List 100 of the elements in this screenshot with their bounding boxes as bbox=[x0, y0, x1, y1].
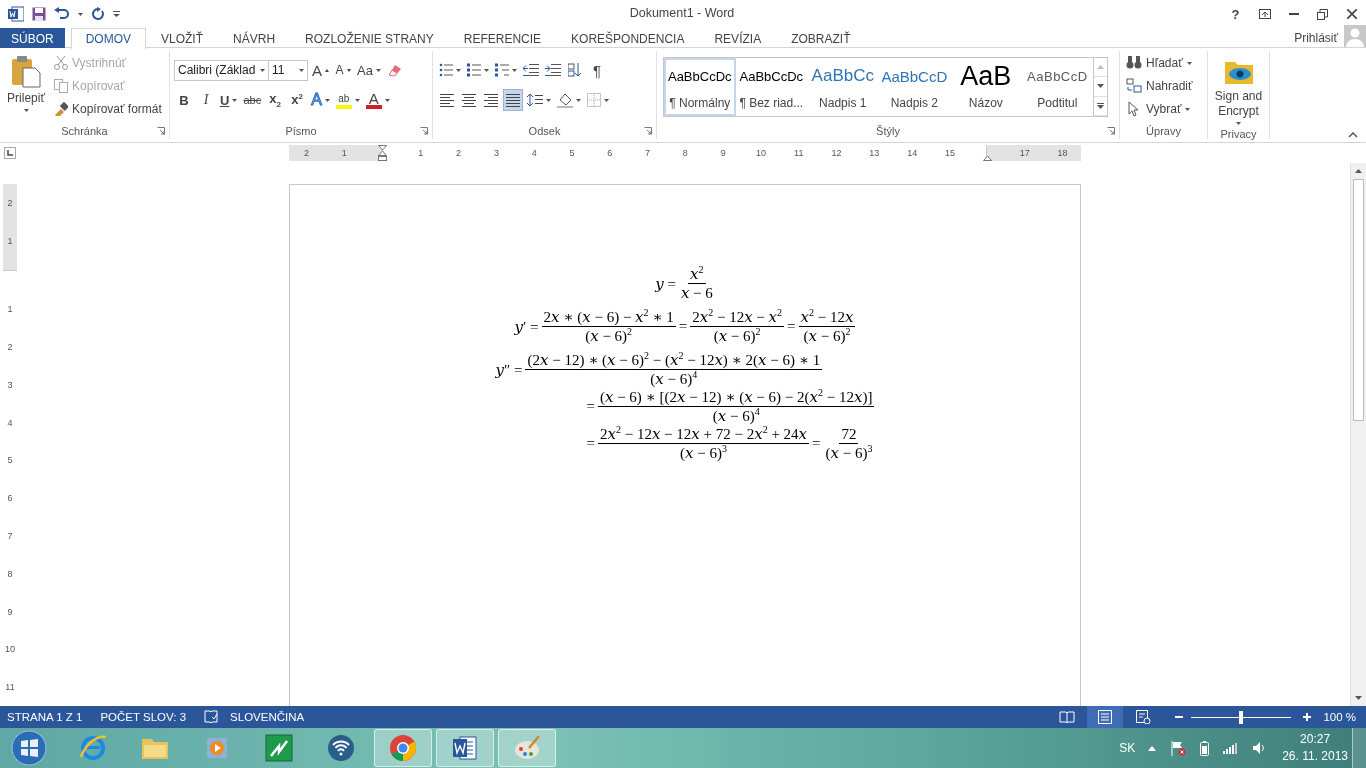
styles-group-label: Štýly bbox=[876, 125, 900, 137]
collapse-ribbon-button[interactable] bbox=[1348, 132, 1358, 138]
style-option[interactable]: AaBbCcD Nadpis 2 bbox=[878, 58, 951, 116]
bold-button[interactable]: B bbox=[174, 89, 194, 111]
font-size-field[interactable]: 11 bbox=[268, 59, 308, 81]
ribbon-tab[interactable]: ZOBRAZIŤ bbox=[776, 28, 866, 48]
page-count-label[interactable]: STRANA 1 Z 1 bbox=[7, 711, 89, 723]
font-color-button[interactable]: A bbox=[363, 89, 392, 111]
ribbon-tab[interactable]: VLOŽIŤ bbox=[146, 28, 219, 48]
select-button[interactable]: Vybrať bbox=[1124, 99, 1195, 119]
clock[interactable]: 20:27 26. 11. 2013 bbox=[1282, 731, 1348, 765]
language-indicator[interactable]: SK bbox=[1119, 741, 1136, 755]
paste-button[interactable]: Prilepiť bbox=[4, 53, 48, 123]
shrink-font-button[interactable]: A bbox=[333, 59, 353, 81]
zoom-slider-thumb[interactable] bbox=[1239, 710, 1244, 724]
style-option[interactable]: AaBbCcD Podtitul bbox=[1021, 58, 1094, 116]
replace-button[interactable]: Nahradiť bbox=[1124, 76, 1195, 96]
caret-icon bbox=[1236, 122, 1241, 125]
close-icon bbox=[1346, 9, 1357, 19]
ribbon-tab[interactable]: REVÍZIA bbox=[699, 28, 777, 48]
taskbar-app-button[interactable] bbox=[436, 729, 494, 767]
zoom-level-label[interactable]: 100 % bbox=[1323, 711, 1356, 723]
format-painter-button[interactable]: Kopírovať formát bbox=[52, 99, 164, 119]
proofing-icon[interactable] bbox=[204, 710, 219, 724]
dialog-launcher-icon[interactable] bbox=[644, 127, 652, 135]
chevron-up-icon bbox=[1348, 132, 1358, 138]
scrollbar-thumb[interactable] bbox=[1353, 179, 1364, 421]
copy-icon bbox=[54, 79, 68, 93]
flag-icon[interactable] bbox=[1170, 740, 1187, 756]
ruler-number: 2 bbox=[6, 340, 14, 354]
ruler-number: 17 bbox=[1018, 148, 1031, 158]
superscript-button[interactable]: x$^{2}$ bbox=[287, 89, 308, 111]
sign-and-encrypt-button[interactable]: Sign and Encrypt bbox=[1212, 53, 1265, 128]
ruler-number: 11 bbox=[793, 148, 805, 158]
word-icon bbox=[450, 733, 480, 763]
ruler-number: 6 bbox=[6, 492, 14, 506]
ribbon-tab[interactable]: DOMOV bbox=[70, 28, 147, 49]
customize-caret-icon[interactable] bbox=[113, 11, 120, 17]
ruler-number: 12 bbox=[830, 148, 843, 158]
sign-in-link[interactable]: Prihlásiť bbox=[1288, 28, 1344, 47]
fraction-numerator: 𝑥$^{2}$ − 12𝑥 bbox=[798, 308, 856, 327]
equals-sign: = bbox=[585, 435, 596, 452]
ruler-number: 15 bbox=[943, 148, 956, 158]
style-option[interactable]: AaBbCc Nadpis 1 bbox=[807, 58, 879, 116]
grow-font-button[interactable]: A bbox=[310, 59, 331, 81]
caret-icon bbox=[354, 98, 360, 102]
style-option[interactable]: AaBbCcDc ¶ Bez riad... bbox=[735, 58, 808, 116]
dialog-launcher-icon[interactable] bbox=[1107, 127, 1115, 135]
change-case-button[interactable]: Aa bbox=[355, 59, 383, 81]
save-icon[interactable] bbox=[32, 7, 46, 21]
highlight-button[interactable]: ab bbox=[333, 89, 362, 111]
style-option[interactable]: AaB Názov bbox=[950, 58, 1022, 116]
equals-sign: = bbox=[585, 398, 596, 415]
italic-button[interactable]: I bbox=[196, 89, 216, 111]
language-label[interactable]: SLOVENČINA bbox=[230, 711, 311, 723]
fraction-numerator: 2𝑥 ∗ (𝑥 − 6) − 𝑥$^{2}$ ∗ 1 bbox=[541, 308, 676, 327]
help-button[interactable]: ? bbox=[1221, 2, 1250, 26]
arrow-up-icon bbox=[1097, 65, 1105, 70]
editing-group-label: Úpravy bbox=[1146, 125, 1181, 137]
show-hidden-icons-icon[interactable] bbox=[1148, 745, 1157, 751]
show-formatting-marks-button[interactable]: ¶ bbox=[587, 59, 607, 81]
style-option[interactable]: AaBbCcDc ¶ Normálny bbox=[664, 58, 736, 116]
underline-button[interactable]: U bbox=[218, 89, 240, 111]
file-tab[interactable]: SÚBOR bbox=[0, 28, 65, 48]
windows-logo-icon bbox=[11, 730, 47, 766]
fraction-denominator: (𝑥 − 6)$^{3}$ bbox=[679, 444, 728, 462]
tab-selector-icon[interactable] bbox=[4, 147, 16, 159]
print-layout-button[interactable] bbox=[1087, 706, 1124, 728]
word-logo-icon[interactable] bbox=[8, 6, 24, 22]
redo-icon[interactable] bbox=[91, 7, 105, 21]
strikethrough-button[interactable]: abc bbox=[241, 89, 264, 111]
subscript-button[interactable]: x$_{2}$ bbox=[265, 89, 286, 111]
clipboard-icon bbox=[11, 56, 41, 88]
more-icon bbox=[1097, 102, 1105, 109]
indent-marker-icon[interactable] bbox=[378, 145, 387, 161]
ruler-number: 2 bbox=[6, 196, 14, 210]
word-count-label[interactable]: POČET SLOV: 3 bbox=[100, 711, 193, 723]
justify-button[interactable] bbox=[503, 89, 523, 111]
taskbar-app-button[interactable] bbox=[374, 729, 432, 767]
battery-icon[interactable] bbox=[1200, 740, 1210, 756]
find-button[interactable]: Hľadať bbox=[1124, 53, 1195, 73]
fraction-numerator: 72 bbox=[839, 425, 859, 444]
ribbon-display-icon bbox=[1258, 9, 1271, 19]
text-effects-button[interactable]: A bbox=[309, 89, 332, 111]
dialog-launcher-icon[interactable] bbox=[420, 127, 428, 135]
ribbon-tab[interactable]: ROZLOŽENIE STRANY bbox=[290, 28, 449, 48]
font-name-field[interactable]: Calibri (Základ bbox=[174, 59, 269, 81]
right-indent-marker-icon[interactable] bbox=[983, 155, 992, 161]
fraction-denominator: 𝑥 − 6 bbox=[679, 284, 714, 302]
dialog-launcher-icon[interactable] bbox=[157, 127, 165, 135]
arrow-down-icon bbox=[1355, 696, 1362, 700]
align-center-icon bbox=[462, 93, 476, 107]
undo-icon[interactable] bbox=[54, 7, 70, 21]
ribbon-tab[interactable]: NÁVRH bbox=[218, 28, 291, 48]
ribbon-tab[interactable]: REFERENCIE bbox=[448, 28, 557, 48]
ruler-number: 9 bbox=[719, 148, 727, 158]
multilevel-list-icon bbox=[495, 63, 509, 77]
signal-icon[interactable] bbox=[1223, 742, 1239, 754]
equation-lhs: 𝑦′ = bbox=[514, 317, 539, 336]
ribbon-tab[interactable]: KOREŠPONDENCIA bbox=[556, 28, 700, 48]
